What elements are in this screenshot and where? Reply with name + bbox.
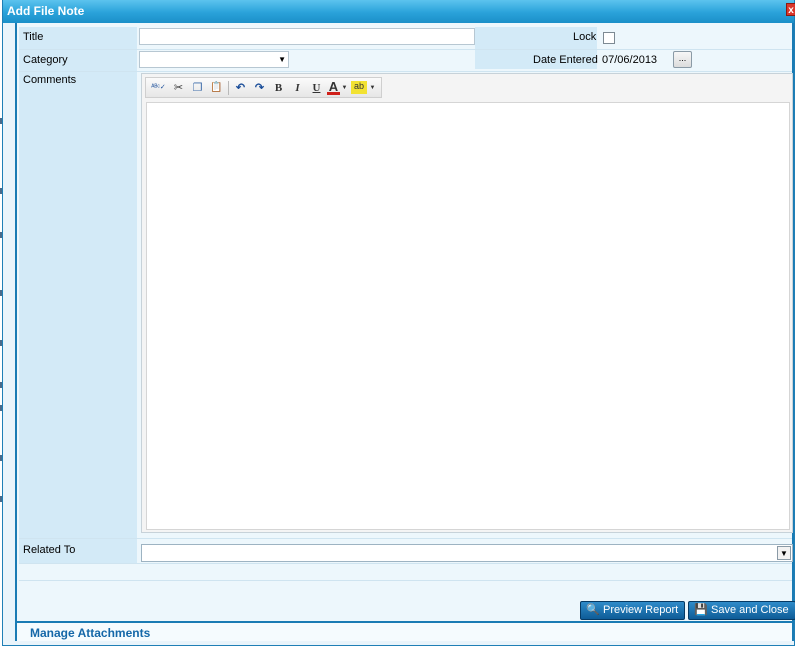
magnifier-icon: 🔍 (586, 604, 600, 616)
related-to-label: Related To (23, 544, 76, 556)
lock-checkbox[interactable] (603, 32, 615, 44)
close-button[interactable]: x (786, 3, 795, 16)
paste-icon[interactable]: 📋 (208, 80, 225, 96)
undo-icon[interactable]: ↶ (232, 80, 249, 96)
title-input[interactable] (139, 28, 475, 45)
underline-icon[interactable]: U (308, 80, 325, 96)
bold-icon[interactable]: B (270, 80, 287, 96)
date-entered-label: Date Entered (533, 54, 598, 66)
label-column (19, 27, 137, 563)
spellcheck-icon[interactable]: ᴬᴮᶜ✓ (150, 80, 167, 96)
attachments-bar: Manage Attachments (17, 621, 792, 641)
cut-icon[interactable]: ✂ (170, 80, 187, 96)
chevron-down-icon: ▼ (278, 55, 286, 64)
highlight-icon[interactable]: ab (351, 81, 367, 94)
comments-text-area[interactable] (146, 102, 790, 530)
close-icon: x (788, 5, 794, 16)
italic-icon[interactable]: I (289, 80, 306, 96)
highlight-dropdown-icon[interactable]: ▼ (369, 80, 376, 96)
title-label: Title (23, 31, 44, 43)
preview-report-button[interactable]: 🔍 Preview Report (580, 601, 686, 620)
category-select[interactable]: ▼ (139, 51, 289, 68)
font-color-dropdown-icon[interactable]: ▼ (341, 80, 348, 96)
add-file-note-dialog: Add File Note x Title Lock Category ▼ Da… (2, 0, 795, 646)
dialog-body: Title Lock Category ▼ Date Entered 07/06… (15, 23, 795, 641)
redo-icon[interactable]: ↷ (251, 80, 268, 96)
save-and-close-label: Save and Close (711, 604, 789, 616)
preview-report-label: Preview Report (603, 604, 679, 616)
copy-icon[interactable]: ❐ (189, 80, 206, 96)
comments-editor: ᴬᴮᶜ✓ ✂ ❐ 📋 ↶ ↷ B I U A ▼ ab ▼ (141, 73, 793, 533)
date-picker-button[interactable]: ... (673, 51, 692, 68)
lock-label: Lock (573, 31, 597, 43)
dialog-titlebar[interactable]: Add File Note (3, 0, 794, 23)
editor-toolbar: ᴬᴮᶜ✓ ✂ ❐ 📋 ↶ ↷ B I U A ▼ ab ▼ (145, 77, 382, 98)
comments-label: Comments (23, 74, 77, 86)
dialog-title: Add File Note (7, 4, 85, 18)
chevron-down-icon[interactable]: ▼ (777, 546, 791, 560)
save-and-close-button[interactable]: 💾 Save and Close (688, 601, 795, 620)
related-to-select[interactable]: ▼ (141, 544, 793, 562)
save-icon: 💾 (694, 604, 708, 616)
manage-attachments-link[interactable]: Manage Attachments (30, 626, 150, 640)
date-entered-value[interactable]: 07/06/2013 (602, 54, 657, 66)
font-color-icon[interactable]: A (327, 80, 340, 95)
category-label: Category (23, 54, 68, 66)
